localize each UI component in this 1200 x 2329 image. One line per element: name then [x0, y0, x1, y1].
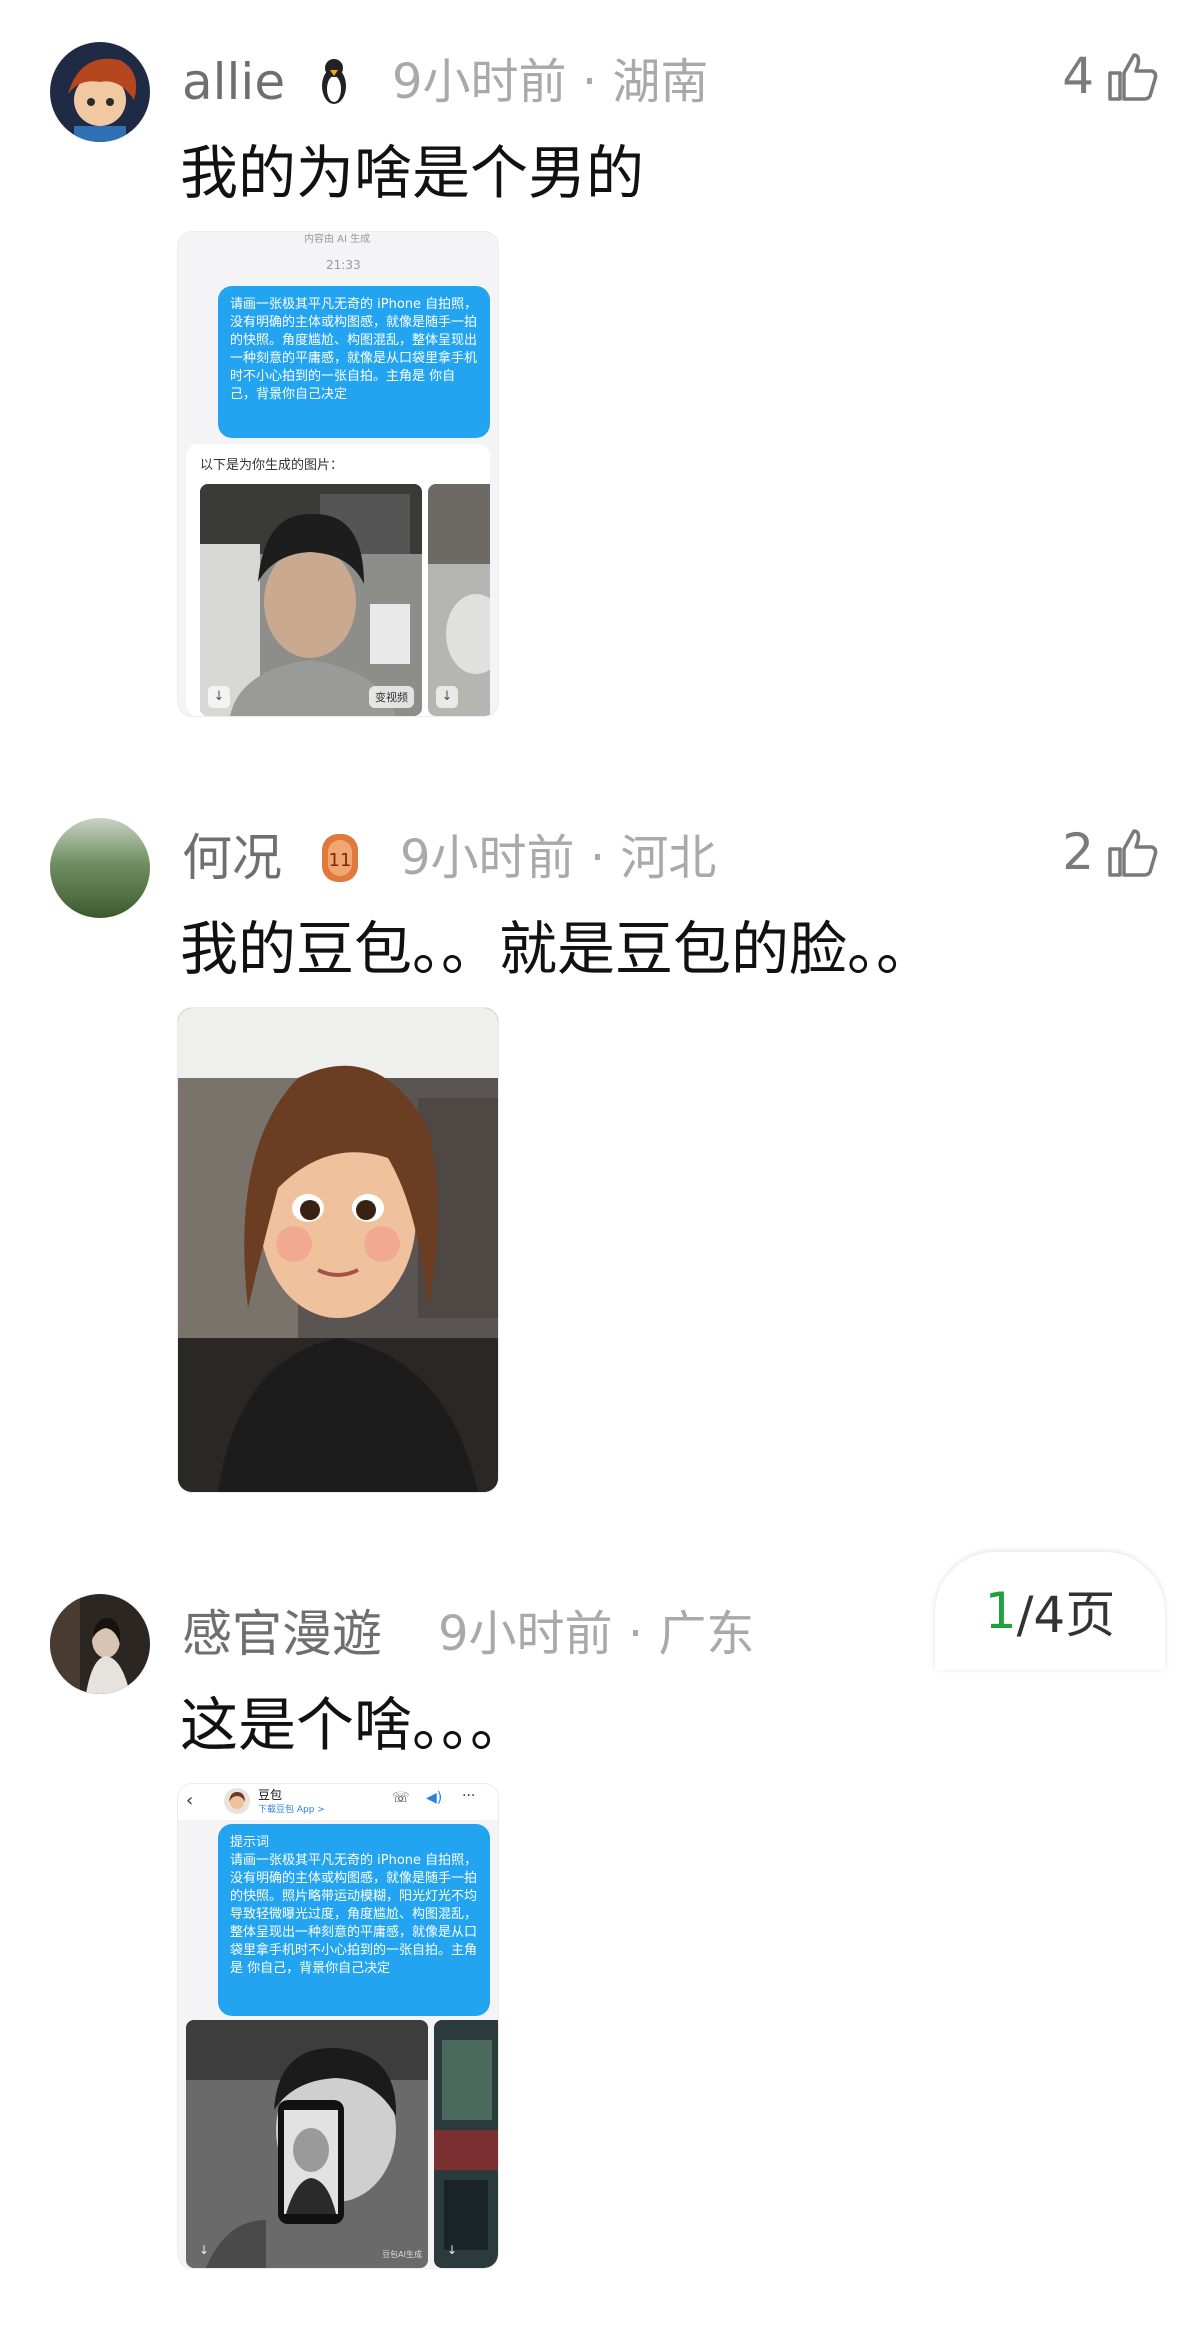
- generated-photo[interactable]: ↓ 变视频: [200, 484, 422, 716]
- generated-photo[interactable]: ↓ 豆包AI生成: [186, 2020, 428, 2268]
- bot-subtitle[interactable]: 下载豆包 App >: [258, 1802, 325, 1815]
- prompt-title: 提示词: [230, 1835, 270, 1850]
- download-icon[interactable]: ↓: [208, 686, 230, 708]
- timestamp: 9小时前: [400, 830, 575, 886]
- ai-notice: 内容由 AI 生成: [304, 234, 371, 245]
- like-count: 4: [1062, 47, 1094, 105]
- timestamp: 9小时前: [438, 1606, 613, 1662]
- phone-icon[interactable]: ☏: [392, 1790, 410, 1806]
- comment-text: 我的为啥是个男的: [180, 139, 645, 207]
- result-card: 以下是为你生成的图片： ↓ 变视频 ↓: [186, 444, 490, 716]
- like-button[interactable]: 4: [1062, 46, 1160, 106]
- generated-photo-2[interactable]: ↓: [428, 484, 490, 716]
- avatar[interactable]: [50, 1594, 150, 1694]
- like-count: 2: [1062, 823, 1094, 881]
- prompt-bubble: 请画一张极其平凡无奇的 iPhone 自拍照，没有明确的主体或构图感，就像是随手…: [218, 286, 490, 438]
- speaker-icon[interactable]: ◀): [426, 1790, 442, 1806]
- ai-watermark: 豆包AI生成: [382, 2250, 422, 2259]
- thumbs-up-icon: [1108, 53, 1158, 101]
- download-icon[interactable]: ↓: [436, 686, 458, 708]
- comment-image[interactable]: [178, 1008, 498, 1492]
- prompt-bubble: 提示词 请画一张极其平凡无奇的 iPhone 自拍照，没有明确的主体或构图感，就…: [218, 1824, 490, 2016]
- more-icon[interactable]: ···: [462, 1788, 475, 1804]
- location: 湖南: [612, 54, 709, 110]
- comment-image[interactable]: ‹ 豆包 下载豆包 App > ☏ ◀) ··· 提示词 请画一张极其平凡无奇的…: [178, 1784, 498, 2268]
- separator-dot: ·: [589, 830, 606, 886]
- download-icon[interactable]: ↓: [442, 2240, 462, 2260]
- back-icon[interactable]: ‹: [186, 1790, 193, 1811]
- avatar[interactable]: [50, 818, 150, 918]
- thumbs-up-icon: [1108, 829, 1158, 877]
- username[interactable]: 感官漫遊: [182, 1604, 382, 1664]
- comment-meta: 9小时前 · 广东: [438, 1604, 754, 1664]
- username[interactable]: 何况: [182, 828, 282, 888]
- location: 河北: [620, 830, 717, 886]
- separator-dot: ·: [581, 54, 598, 110]
- separator-dot: ·: [627, 1606, 644, 1662]
- comment-image[interactable]: 内容由 AI 生成 21:33 请画一张极其平凡无奇的 iPhone 自拍照，没…: [178, 232, 498, 716]
- bot-avatar: [224, 1788, 250, 1814]
- medal-badge-icon: 11: [318, 832, 362, 884]
- location: 广东: [658, 1606, 755, 1662]
- bot-name: 豆包: [258, 1788, 283, 1802]
- to-video-button[interactable]: 变视频: [369, 686, 414, 708]
- download-icon[interactable]: ↓: [194, 2240, 214, 2260]
- page-indicator[interactable]: 1/4页: [935, 1552, 1165, 1670]
- like-button[interactable]: 2: [1062, 822, 1160, 882]
- comment-text: 这是个啥。。。: [180, 1691, 529, 1759]
- result-label: 以下是为你生成的图片：: [200, 458, 344, 473]
- comment-meta: 9小时前 · 湖南: [392, 52, 708, 112]
- prompt-text: 请画一张极其平凡无奇的 iPhone 自拍照，没有明确的主体或构图感，就像是随手…: [230, 1853, 478, 1976]
- chat-header: ‹ 豆包 下载豆包 App > ☏ ◀) ···: [178, 1784, 498, 1820]
- svg-text:11: 11: [329, 850, 352, 871]
- current-page: 1: [984, 1582, 1017, 1640]
- comment-text: 我的豆包。。就是豆包的脸。。: [180, 915, 935, 983]
- total-pages: /4页: [1016, 1586, 1116, 1644]
- username[interactable]: allie: [182, 52, 285, 112]
- comment-meta: 9小时前 · 河北: [400, 828, 716, 888]
- generated-photo-2[interactable]: ↓: [434, 2020, 498, 2268]
- chat-time: 21:33: [326, 258, 361, 272]
- timestamp: 9小时前: [392, 54, 567, 110]
- avatar[interactable]: [50, 42, 150, 142]
- penguin-badge-icon: [312, 56, 356, 108]
